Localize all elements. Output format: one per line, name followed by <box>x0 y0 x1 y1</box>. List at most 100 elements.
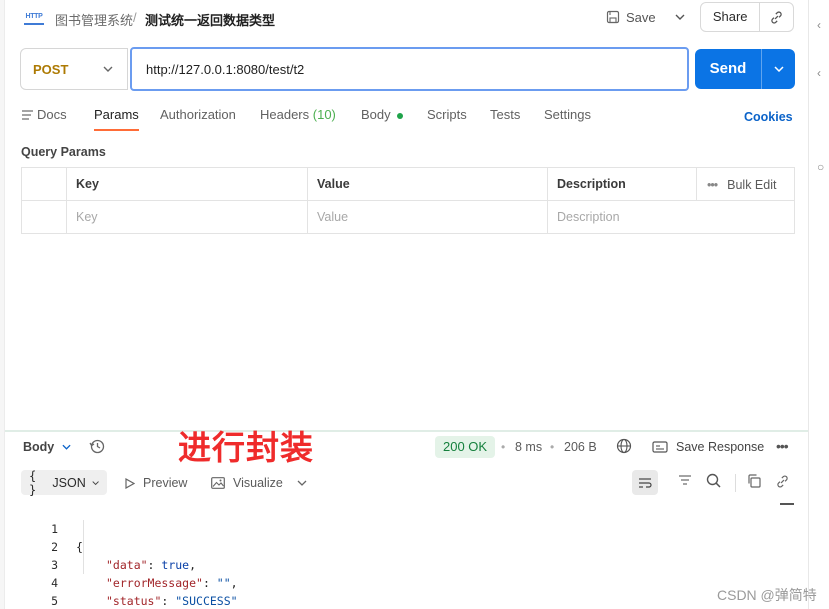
tab-body[interactable]: Body <box>361 100 403 130</box>
status-badge[interactable]: 200 OK <box>435 436 496 458</box>
filter-icon[interactable] <box>678 474 692 489</box>
tab-docs-label: Docs <box>37 107 67 122</box>
braces-icon: { } <box>29 468 37 497</box>
code-line: 4 "status": "SUCCESS" <box>0 556 238 608</box>
tab-params[interactable]: Params <box>94 100 139 131</box>
save-response-icon <box>652 441 668 453</box>
query-params-title: Query Params <box>21 145 106 159</box>
column-header-value: Value <box>307 168 547 201</box>
chevron-down-icon <box>773 66 784 72</box>
code-line: 3 "errorMessage": "", <box>0 538 238 590</box>
line-number: 3 <box>51 558 58 572</box>
chevron-down-icon <box>92 480 99 485</box>
preview-button[interactable]: Preview <box>125 476 187 490</box>
link-icon <box>771 10 782 24</box>
copy-link-button[interactable] <box>760 10 793 25</box>
indent-guide <box>83 520 84 574</box>
breadcrumb-collection[interactable]: 图书管理系统 <box>55 10 133 29</box>
visualize-dropdown[interactable] <box>297 474 307 489</box>
code-line: 5 } <box>0 574 58 608</box>
scrollbar-thumb[interactable] <box>780 503 794 505</box>
share-button[interactable]: Share <box>701 3 761 31</box>
save-button[interactable]: Save <box>606 4 656 30</box>
save-response-button[interactable]: Save Response <box>652 440 764 454</box>
param-key-input[interactable]: Key <box>66 201 307 234</box>
response-divider[interactable] <box>5 430 808 432</box>
tab-settings[interactable]: Settings <box>544 100 591 130</box>
chevron-left-icon[interactable]: ‹ <box>817 18 821 32</box>
more-icon: ••• <box>707 177 718 192</box>
history-icon[interactable] <box>89 438 105 457</box>
column-header-description: Description <box>547 168 696 201</box>
method-select[interactable]: POST <box>20 48 128 90</box>
visualize-label: Visualize <box>233 476 283 490</box>
response-body-dropdown[interactable]: Body <box>23 440 71 454</box>
response-size[interactable]: 206 B <box>564 440 597 454</box>
code-line: 1 { <box>0 502 83 554</box>
breadcrumb-separator: / <box>133 10 137 25</box>
chevron-down-icon <box>675 14 685 20</box>
format-dropdown[interactable]: { } JSON <box>21 468 107 497</box>
share-group: Share <box>700 2 794 32</box>
visualize-button[interactable]: Visualize <box>211 476 283 490</box>
docs-icon <box>22 110 33 120</box>
method-label: POST <box>33 61 69 77</box>
json-value: "SUCCESS" <box>175 594 238 608</box>
tab-authorization[interactable]: Authorization <box>160 100 236 130</box>
send-button[interactable]: Send <box>695 49 762 89</box>
chevron-down-icon <box>297 480 307 486</box>
param-description-input[interactable]: Description <box>547 201 794 234</box>
response-time[interactable]: 8 ms <box>515 440 542 454</box>
url-input[interactable]: http://127.0.0.1:8080/test/t2 <box>130 47 689 91</box>
line-number: 2 <box>51 540 58 554</box>
query-params-table: Key Value Description ••• Bulk Edit Key … <box>21 167 795 234</box>
chevron-down-icon <box>103 66 113 72</box>
tab-scripts[interactable]: Scripts <box>427 100 467 130</box>
wrap-lines-button[interactable] <box>632 470 658 495</box>
json-key: "data" <box>106 558 148 572</box>
json-trail: , <box>230 576 238 590</box>
request-tabs: Docs Params Authorization Headers (10) B… <box>22 100 722 131</box>
image-icon <box>211 477 225 489</box>
comment-icon[interactable]: ○ <box>817 160 824 174</box>
json-trail: , <box>189 558 197 572</box>
bulk-edit-label: Bulk Edit <box>727 177 777 192</box>
copy-icon[interactable] <box>747 474 761 491</box>
right-sidebar-edge: ‹ ‹ ○ <box>808 0 829 609</box>
preview-label: Preview <box>143 476 188 490</box>
format-label: JSON <box>52 475 86 490</box>
code-text: { <box>76 540 83 554</box>
link-icon[interactable] <box>775 474 790 492</box>
search-icon[interactable] <box>706 473 721 491</box>
response-body-label: Body <box>23 440 55 454</box>
http-request-icon: HTTP <box>24 9 44 25</box>
watermark: CSDN @弹简特 <box>717 587 817 603</box>
param-value-input[interactable]: Value <box>307 201 547 234</box>
save-response-label: Save Response <box>676 440 765 454</box>
tab-body-label: Body <box>361 107 391 122</box>
code-line: 2 "data": true, <box>0 520 196 572</box>
globe-icon[interactable] <box>616 438 632 457</box>
tab-headers-label: Headers <box>260 107 310 122</box>
tab-headers[interactable]: Headers (10) <box>260 100 336 130</box>
send-options-dropdown[interactable] <box>762 66 795 72</box>
json-value: true <box>161 558 190 572</box>
play-icon <box>125 477 135 489</box>
chevron-left-icon[interactable]: ‹ <box>817 66 821 80</box>
wrap-icon <box>639 477 652 488</box>
line-number: 1 <box>51 522 58 536</box>
save-options-dropdown[interactable] <box>668 4 692 30</box>
bulk-edit-button[interactable]: ••• Bulk Edit <box>696 168 794 201</box>
json-key: "status" <box>106 594 162 608</box>
tab-tests[interactable]: Tests <box>490 100 520 130</box>
save-icon <box>606 10 620 24</box>
cookies-link[interactable]: Cookies <box>744 110 793 124</box>
tab-docs[interactable]: Docs <box>22 100 67 130</box>
json-key: "errorMessage" <box>106 576 203 590</box>
json-value: "" <box>216 576 231 590</box>
more-options-icon[interactable]: ••• <box>776 438 789 454</box>
separator-dot: • <box>550 440 555 454</box>
request-title[interactable]: 测试统一返回数据类型 <box>145 10 275 29</box>
params-empty-row: Key Value Description <box>22 201 794 234</box>
line-number: 5 <box>51 594 58 608</box>
